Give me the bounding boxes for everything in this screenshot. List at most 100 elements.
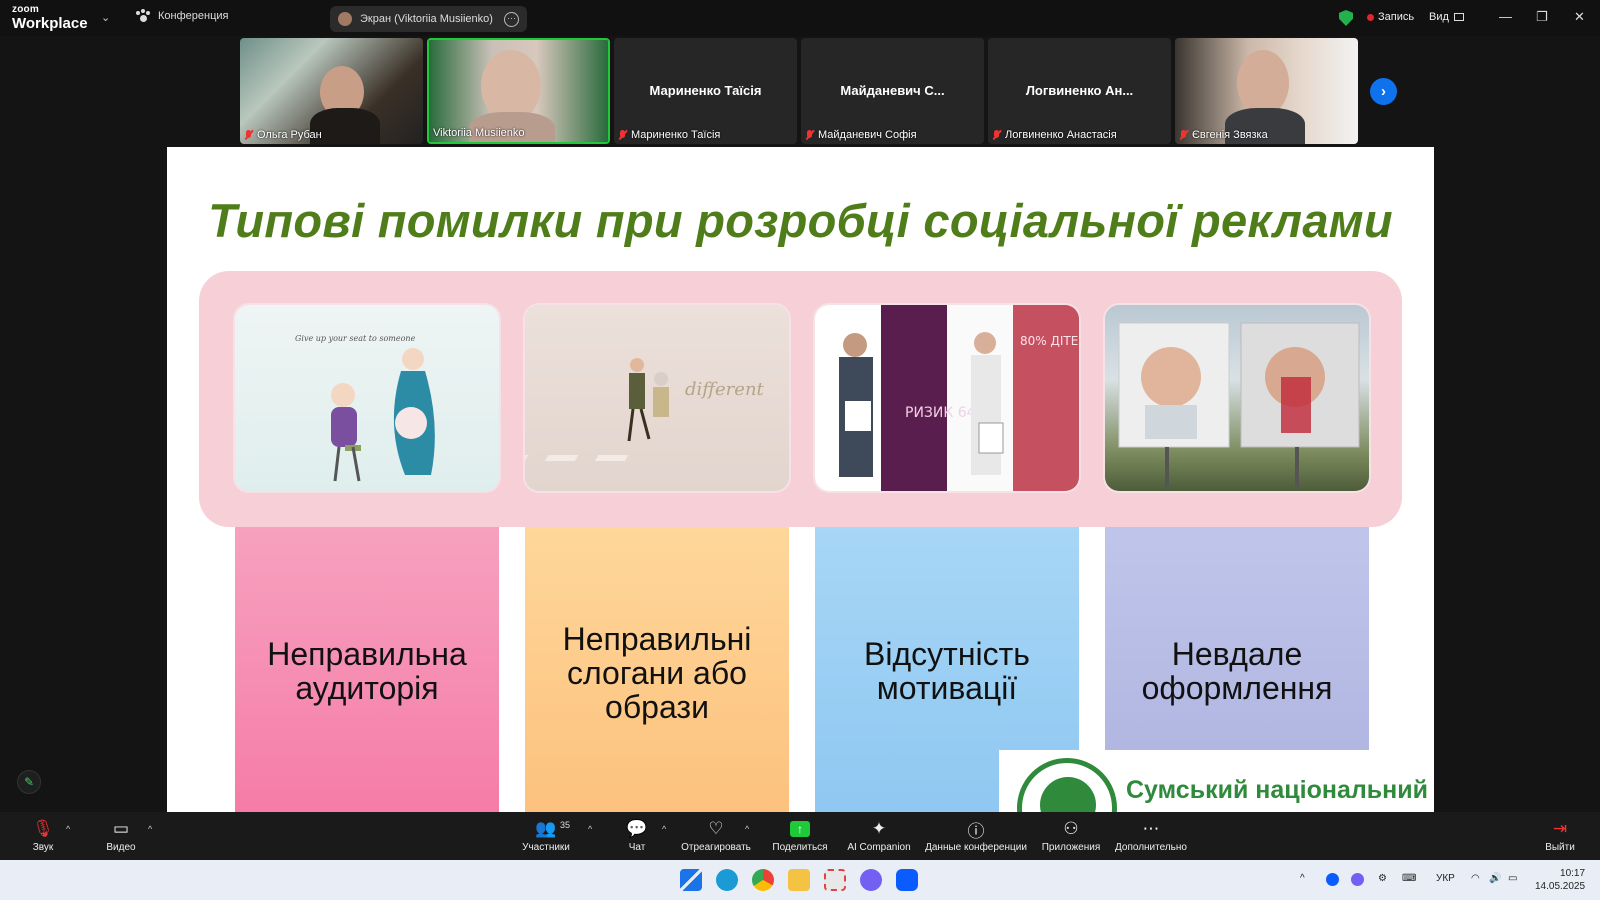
- view-button[interactable]: Вид: [1429, 11, 1464, 23]
- snipping-tool-icon[interactable]: [824, 869, 846, 891]
- mic-muted-icon: [805, 129, 814, 141]
- system-clock[interactable]: 10:17 14.05.2025: [1535, 867, 1585, 893]
- grid-icon: [1453, 13, 1464, 21]
- chat-options-chevron-icon[interactable]: ^: [662, 824, 666, 834]
- mic-muted-icon: [244, 129, 253, 141]
- apps-icon: ⚇: [1063, 819, 1079, 838]
- heart-icon: ♡: [708, 819, 724, 838]
- leave-button[interactable]: ⇥ Выйти: [1543, 818, 1577, 853]
- audio-options-chevron-icon[interactable]: ^: [66, 824, 70, 834]
- recording-indicator[interactable]: Запись: [1367, 11, 1414, 23]
- participant-name-center: Майданевич С...: [840, 83, 945, 98]
- security-shield-icon[interactable]: [1339, 10, 1353, 26]
- participant-label: Viktoriia Musiienko: [433, 127, 525, 139]
- participant-label: Ольга Рубан: [244, 129, 322, 141]
- close-icon[interactable]: ✕: [1574, 9, 1585, 25]
- conference-menu[interactable]: Конференция: [136, 9, 228, 23]
- video-camera-icon: ▭: [112, 819, 130, 838]
- participant-tile[interactable]: Мариненко Таїсія Мариненко Таїсія: [614, 38, 797, 144]
- viber-tray-icon[interactable]: [1351, 873, 1364, 886]
- thumbnail-billboards: [1105, 305, 1369, 491]
- participant-label: Мариненко Таїсія: [618, 129, 720, 141]
- video-options-chevron-icon[interactable]: ^: [148, 824, 152, 834]
- record-dot-icon: [1367, 13, 1374, 21]
- share-button[interactable]: ↑ Поделиться: [770, 818, 830, 853]
- windows-taskbar: ^ ⚙ ⌨ УКР ◠ 🔊 ▭ 10:17 14.05.2025: [0, 860, 1600, 900]
- university-name: Сумський національний: [1126, 776, 1428, 804]
- volume-icon[interactable]: 🔊: [1489, 873, 1501, 884]
- participant-tile[interactable]: Євгенія Звязка: [1175, 38, 1358, 144]
- thumbnail-smoking-posters: РИЗИК 64% 80% ДІТЕЙ: [815, 305, 1079, 491]
- participant-strip: Ольга Рубан Viktoriia Musiienko Мариненк…: [240, 38, 1360, 144]
- file-explorer-icon[interactable]: [788, 869, 810, 891]
- university-emblem-icon: [1017, 758, 1117, 812]
- windows-start-icon[interactable]: [680, 869, 702, 891]
- participants-count: 35: [560, 820, 571, 830]
- mic-muted-icon: 🎙: [32, 819, 54, 838]
- participant-label: Євгенія Звязка: [1179, 129, 1268, 141]
- network-tray-icon[interactable]: ⚙: [1378, 873, 1387, 884]
- conference-label: Конференция: [158, 10, 229, 22]
- sparkle-icon: ✦: [871, 819, 887, 838]
- thumbnail-pregnant-woman: Give up your seat to someone: [235, 305, 499, 491]
- title-bar: zoom Workplace ⌄ Конференция Экран (Vikt…: [0, 0, 1600, 36]
- leave-icon: ⇥: [1552, 819, 1568, 838]
- more-dots-icon: ⋯: [1142, 819, 1160, 838]
- battery-icon[interactable]: ▭: [1508, 873, 1517, 884]
- minimize-icon[interactable]: —: [1499, 9, 1512, 24]
- more-options-icon[interactable]: ···: [504, 11, 519, 27]
- thumbnail-elderly-crossing: different: [525, 305, 789, 491]
- participant-tile-active-speaker[interactable]: Viktoriia Musiienko: [427, 38, 610, 144]
- ai-companion-button[interactable]: ✦ AI Companion: [844, 818, 914, 853]
- university-logo: Сумський національний: [999, 750, 1434, 812]
- illustration-icon: [1118, 322, 1360, 487]
- avatar: [338, 12, 352, 26]
- share-screen-icon: ↑: [790, 821, 810, 837]
- keyboard-icon[interactable]: ⌨: [1402, 873, 1416, 884]
- logo-text-big: Workplace: [12, 15, 88, 32]
- zoom-logo[interactable]: zoom Workplace: [12, 5, 88, 32]
- react-button[interactable]: ♡ Отреагировать: [680, 818, 752, 853]
- wifi-icon[interactable]: ◠: [1471, 873, 1480, 884]
- more-button[interactable]: ⋯ Дополнительно: [1114, 818, 1188, 853]
- view-label: Вид: [1429, 11, 1449, 23]
- participants-options-chevron-icon[interactable]: ^: [588, 824, 592, 834]
- clock-date: 14.05.2025: [1535, 881, 1586, 892]
- illustration-icon: different: [525, 358, 765, 461]
- illustration-icon: Give up your seat to someone: [295, 334, 435, 482]
- participant-tile[interactable]: Майданевич С... Майданевич Софія: [801, 38, 984, 144]
- chat-bubble-icon: 💬: [626, 819, 648, 838]
- viber-icon[interactable]: [860, 869, 882, 891]
- screen-share-indicator[interactable]: Экран (Viktoriia Musiienko) ···: [330, 6, 527, 32]
- paw-icon: [136, 9, 150, 23]
- audio-button[interactable]: 🎙 Звук: [26, 818, 60, 853]
- input-language[interactable]: УКР: [1436, 873, 1455, 884]
- zoom-tray-icon[interactable]: [1326, 873, 1339, 886]
- meeting-info-button[interactable]: ⓘ Данные конференции: [924, 818, 1028, 854]
- annotate-pen-icon[interactable]: ✎: [17, 770, 41, 794]
- info-icon: ⓘ: [967, 821, 985, 841]
- apps-button[interactable]: ⚇ Приложения: [1040, 818, 1102, 853]
- clock-time: 10:17: [1560, 868, 1586, 879]
- video-button[interactable]: ▭ Видео: [102, 818, 140, 853]
- tray-chevron-icon[interactable]: ^: [1300, 873, 1305, 884]
- chrome-browser-icon[interactable]: [752, 869, 774, 891]
- illustration-icon: РИЗИК 64% 80% ДІТЕЙ: [839, 332, 1079, 477]
- participant-tile[interactable]: Ольга Рубан: [240, 38, 423, 144]
- svg-text:Give up your seat to someone: Give up your seat to someone: [295, 334, 416, 343]
- mic-muted-icon: [618, 129, 627, 141]
- mic-muted-icon: [992, 129, 1001, 141]
- next-page-chevron-icon[interactable]: ›: [1370, 78, 1397, 105]
- restore-icon[interactable]: ❐: [1536, 9, 1548, 25]
- react-options-chevron-icon[interactable]: ^: [745, 824, 749, 834]
- record-label: Запись: [1378, 11, 1415, 23]
- zoom-app-icon[interactable]: [896, 869, 918, 891]
- participant-label: Логвиненко Анастасія: [992, 129, 1117, 141]
- slide-title: Типові помилки при розробці соціальної р…: [208, 194, 1393, 247]
- chat-button[interactable]: 💬 Чат: [624, 818, 650, 853]
- chevron-down-icon[interactable]: ⌄: [101, 11, 110, 24]
- participant-name-center: Мариненко Таїсія: [649, 83, 762, 98]
- mistake-card-audience: Неправильна аудиторія: [235, 527, 499, 812]
- edge-browser-icon[interactable]: [716, 869, 738, 891]
- participant-tile[interactable]: Логвиненко Ан... Логвиненко Анастасія: [988, 38, 1171, 144]
